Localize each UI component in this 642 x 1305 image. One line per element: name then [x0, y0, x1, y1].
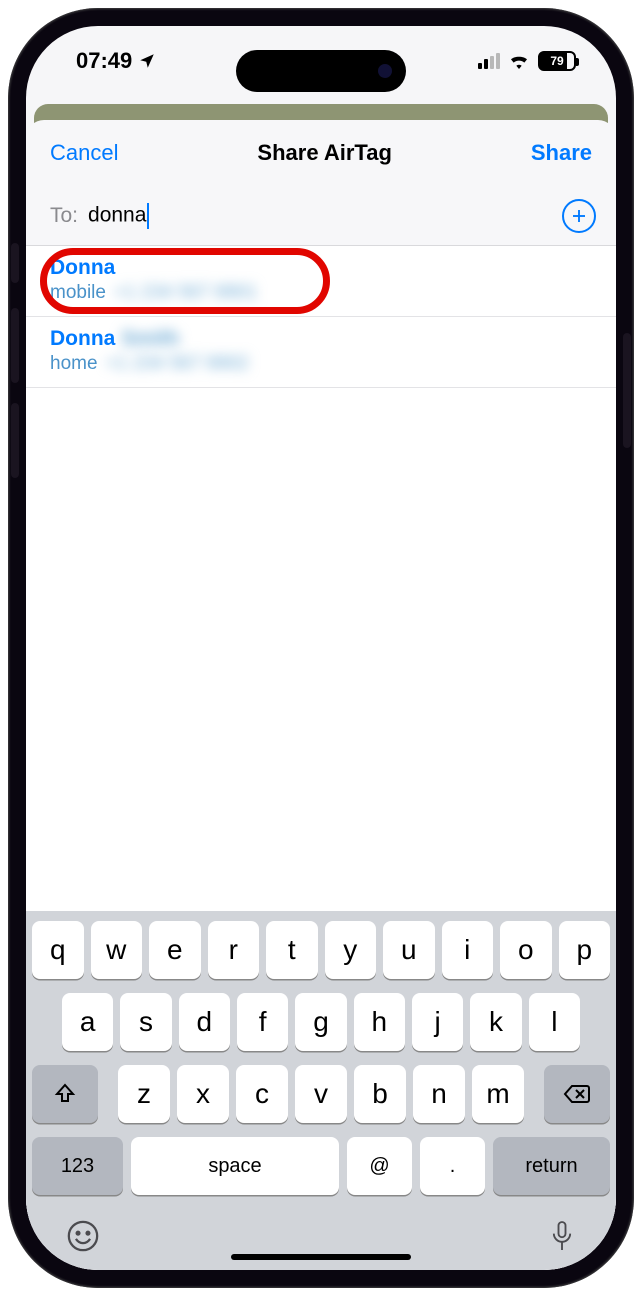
suggestion-row[interactable]: Donna Smith home +1 234 567 8902 — [26, 317, 616, 388]
add-contact-button[interactable] — [562, 199, 596, 233]
suggestion-row[interactable]: Donna mobile +1 234 567 8901 — [26, 246, 616, 317]
backspace-key[interactable] — [544, 1065, 610, 1123]
mic-icon — [548, 1219, 576, 1253]
cancel-button[interactable]: Cancel — [50, 140, 118, 166]
to-field-row[interactable]: To: donna — [26, 186, 616, 246]
backspace-icon — [563, 1083, 591, 1105]
to-label: To: — [50, 204, 78, 228]
volume-down — [11, 403, 19, 478]
home-indicator[interactable] — [231, 1254, 411, 1260]
suggestion-type: mobile — [50, 282, 106, 304]
side-switch — [11, 243, 19, 283]
shift-icon — [53, 1082, 77, 1106]
space-key[interactable]: space — [131, 1137, 339, 1195]
text-cursor — [147, 203, 149, 229]
key-j[interactable]: j — [412, 993, 463, 1051]
key-w[interactable]: w — [91, 921, 143, 979]
phone-frame: 07:49 79 Cancel Share AirTag Share To: d — [8, 8, 634, 1288]
key-y[interactable]: y — [325, 921, 377, 979]
nav-bar: Cancel Share AirTag Share — [26, 120, 616, 186]
suggestion-type: home — [50, 353, 98, 375]
at-key[interactable]: @ — [347, 1137, 412, 1195]
suggestion-name: Donna — [50, 256, 592, 280]
share-sheet: Cancel Share AirTag Share To: donna — [26, 120, 616, 1270]
key-v[interactable]: v — [295, 1065, 347, 1123]
emoji-icon — [66, 1219, 100, 1253]
shift-key[interactable] — [32, 1065, 98, 1123]
key-i[interactable]: i — [442, 921, 494, 979]
key-u[interactable]: u — [383, 921, 435, 979]
key-k[interactable]: k — [470, 993, 521, 1051]
return-key[interactable]: return — [493, 1137, 610, 1195]
key-l[interactable]: l — [529, 993, 580, 1051]
key-z[interactable]: z — [118, 1065, 170, 1123]
wifi-icon — [508, 53, 530, 69]
volume-up — [11, 308, 19, 383]
suggestion-name: Donna Smith — [50, 327, 592, 351]
key-m[interactable]: m — [472, 1065, 524, 1123]
dot-key[interactable]: . — [420, 1137, 485, 1195]
dictation-button[interactable] — [548, 1219, 576, 1258]
screen: 07:49 79 Cancel Share AirTag Share To: d — [26, 26, 616, 1270]
key-d[interactable]: d — [179, 993, 230, 1051]
key-f[interactable]: f — [237, 993, 288, 1051]
cellular-icon — [478, 53, 500, 69]
share-button[interactable]: Share — [531, 140, 592, 166]
key-c[interactable]: c — [236, 1065, 288, 1123]
to-input-value: donna — [88, 203, 146, 226]
suggestion-detail-blurred: +1 234 567 8902 — [106, 353, 249, 375]
key-t[interactable]: t — [266, 921, 318, 979]
key-o[interactable]: o — [500, 921, 552, 979]
key-s[interactable]: s — [120, 993, 171, 1051]
key-q[interactable]: q — [32, 921, 84, 979]
key-b[interactable]: b — [354, 1065, 406, 1123]
key-h[interactable]: h — [354, 993, 405, 1051]
battery-icon: 79 — [538, 51, 576, 71]
key-x[interactable]: x — [177, 1065, 229, 1123]
dynamic-island — [236, 50, 406, 92]
key-a[interactable]: a — [62, 993, 113, 1051]
key-r[interactable]: r — [208, 921, 260, 979]
status-time: 07:49 — [76, 48, 132, 74]
power-button — [623, 333, 631, 448]
battery-pct: 79 — [550, 54, 563, 68]
location-icon — [138, 52, 156, 70]
key-e[interactable]: e — [149, 921, 201, 979]
keyboard: qwertyuiop asdfghjkl zxcvbnm 123 space @… — [26, 911, 616, 1270]
key-g[interactable]: g — [295, 993, 346, 1051]
to-input[interactable]: donna — [88, 203, 552, 229]
sheet-title: Share AirTag — [257, 140, 391, 166]
emoji-button[interactable] — [66, 1219, 100, 1258]
suggestion-detail-blurred: +1 234 567 8901 — [114, 282, 257, 304]
numbers-key[interactable]: 123 — [32, 1137, 123, 1195]
key-p[interactable]: p — [559, 921, 611, 979]
key-n[interactable]: n — [413, 1065, 465, 1123]
plus-icon — [570, 207, 588, 225]
